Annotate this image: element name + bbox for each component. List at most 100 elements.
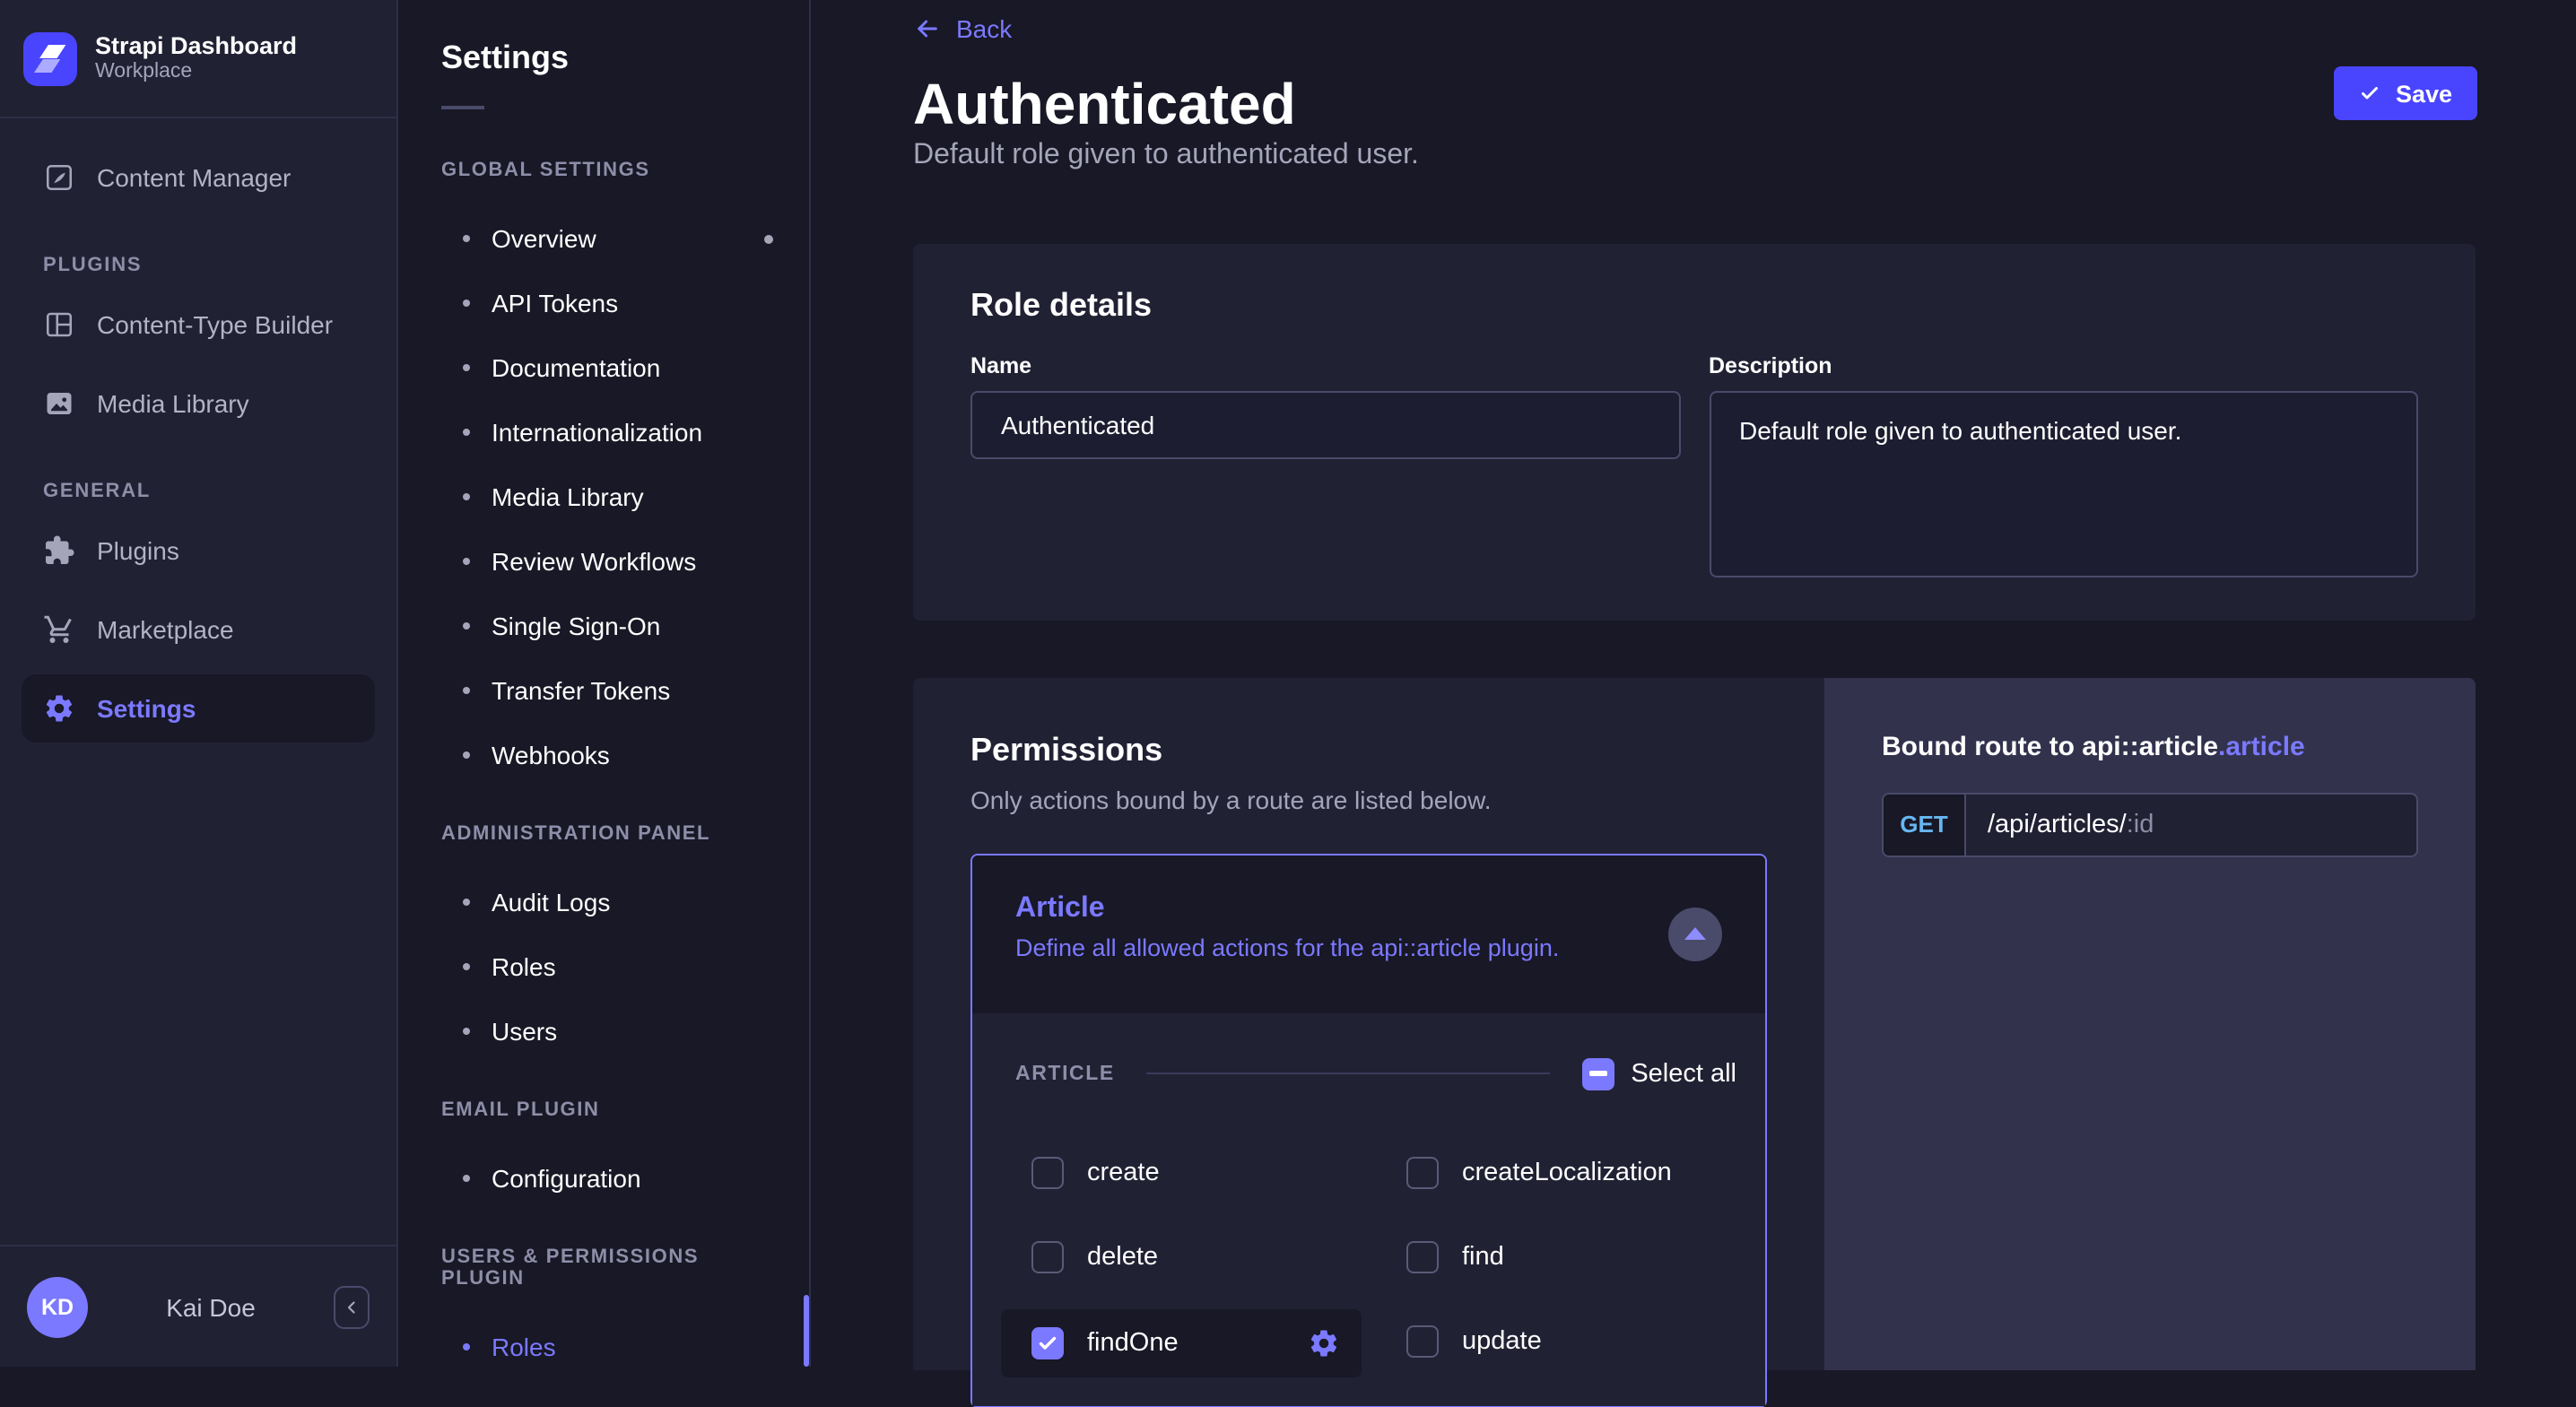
subnav-list: Roles xyxy=(398,1315,809,1379)
subnav-item-configuration[interactable]: Configuration xyxy=(398,1146,809,1211)
description-value: Default role given to authenticated user… xyxy=(1739,415,2182,445)
sidebar-item-label: Content Manager xyxy=(97,163,292,192)
subnav-item-label: Users xyxy=(492,1017,558,1046)
checkbox-unchecked[interactable] xyxy=(1031,1240,1064,1273)
subnav-item-label: Roles xyxy=(492,952,556,981)
subnav-group-global-settings: GLOBAL SETTINGS Overview API Tokens Docu… xyxy=(398,160,809,787)
advanced-settings-gear-icon[interactable] xyxy=(1308,1326,1340,1359)
sidebar-item-label: Marketplace xyxy=(97,615,234,644)
subnav-item-label: Audit Logs xyxy=(492,888,611,916)
sidebar-item-content-manager[interactable]: Content Manager xyxy=(22,143,375,212)
subnav-section-title: ADMINISTRATION PANEL xyxy=(441,823,711,845)
bound-route-title: Bound route to api::article.article xyxy=(1882,731,2418,763)
chevron-left-icon xyxy=(341,1296,362,1317)
action-delete[interactable]: delete xyxy=(1001,1224,1362,1289)
select-all-checkbox-indeterminate[interactable] xyxy=(1582,1057,1615,1090)
select-all-control[interactable]: Select all xyxy=(1582,1057,1736,1090)
subnav-item-admin-roles[interactable]: Roles xyxy=(398,934,809,999)
subnav-item-internationalization[interactable]: Internationalization xyxy=(398,400,809,465)
action-find[interactable]: find xyxy=(1376,1224,1736,1289)
action-create[interactable]: create xyxy=(1001,1140,1362,1204)
user-name: Kai Doe xyxy=(166,1292,256,1321)
http-method-badge: GET xyxy=(1884,794,1966,855)
accordion-collapse-button[interactable] xyxy=(1668,907,1722,961)
subnav-list: Overview API Tokens Documentation Intern… xyxy=(398,206,809,787)
back-label: Back xyxy=(956,14,1013,43)
action-label: find xyxy=(1462,1242,1504,1272)
subnav-item-documentation[interactable]: Documentation xyxy=(398,335,809,400)
subnav-item-api-tokens[interactable]: API Tokens xyxy=(398,271,809,335)
action-update[interactable]: update xyxy=(1376,1308,1736,1373)
permissions-subtitle: Only actions bound by a route are listed… xyxy=(970,785,1492,814)
bound-route-panel: Bound route to api::article.article GET … xyxy=(1824,677,2476,1370)
collapse-sidebar-button[interactable] xyxy=(334,1285,370,1328)
subnav-item-users[interactable]: Users xyxy=(398,999,809,1064)
action-label: delete xyxy=(1087,1242,1159,1272)
subnav-item-transfer-tokens[interactable]: Transfer Tokens xyxy=(398,658,809,723)
avatar: KD xyxy=(27,1276,88,1337)
sidebar-item-media-library[interactable]: Media Library xyxy=(22,369,375,438)
save-button[interactable]: Save xyxy=(2334,66,2477,120)
sidebar-item-label: Plugins xyxy=(97,536,179,565)
subnav-item-label: API Tokens xyxy=(492,289,619,317)
subnav-item-up-roles[interactable]: Roles xyxy=(398,1315,809,1379)
subnav-list: Configuration xyxy=(398,1146,809,1211)
checkbox-unchecked[interactable] xyxy=(1031,1156,1064,1189)
actions-grid: create createLocalization delete find fi… xyxy=(1001,1140,1736,1377)
subnav-item-overview[interactable]: Overview xyxy=(398,206,809,271)
bullet-icon xyxy=(463,687,470,694)
accordion-description: Define all allowed actions for the api::… xyxy=(1015,934,1560,961)
route-param-text: :id xyxy=(2126,810,2154,839)
bullet-icon xyxy=(463,622,470,630)
brand-text: Strapi Dashboard Workplace xyxy=(95,30,297,87)
subnav-item-label: Transfer Tokens xyxy=(492,676,671,705)
bullet-icon xyxy=(463,899,470,906)
content-manager-icon xyxy=(43,161,75,194)
bullet-icon xyxy=(463,1343,470,1351)
bullet-icon xyxy=(463,1175,470,1182)
bullet-icon xyxy=(463,1028,470,1035)
sidebar-item-label: Settings xyxy=(97,694,196,723)
sidebar-item-plugins[interactable]: Plugins xyxy=(22,517,375,585)
subnav-scrollbar-thumb[interactable] xyxy=(804,1295,809,1367)
description-label: Description xyxy=(1709,352,1832,378)
subnav-item-media-library[interactable]: Media Library xyxy=(398,465,809,529)
permissions-card: Permissions Only actions bound by a rout… xyxy=(913,677,1824,1407)
check-icon xyxy=(1037,1332,1058,1353)
workspace-brand: Strapi Dashboard Workplace xyxy=(0,0,396,118)
subnav-group-email-plugin: EMAIL PLUGIN Configuration xyxy=(398,1099,809,1211)
checkbox-unchecked[interactable] xyxy=(1406,1240,1439,1273)
main-sidebar: Strapi Dashboard Workplace Content Manag… xyxy=(0,0,398,1367)
bound-route-title-text: Bound route to api::article xyxy=(1882,731,2218,762)
route-path: /api/articles/:id xyxy=(1966,794,2175,855)
puzzle-icon xyxy=(43,534,75,567)
name-field[interactable]: Authenticated xyxy=(970,390,1680,459)
checkbox-checked[interactable] xyxy=(1031,1326,1064,1359)
back-link[interactable]: Back xyxy=(913,14,1012,43)
main-content: Back Authenticated Default role given to… xyxy=(811,0,2576,1407)
checkbox-unchecked[interactable] xyxy=(1406,1324,1439,1358)
subnav-item-audit-logs[interactable]: Audit Logs xyxy=(398,870,809,934)
subnav-item-single-sign-on[interactable]: Single Sign-On xyxy=(398,594,809,658)
checkbox-unchecked[interactable] xyxy=(1406,1156,1439,1189)
sidebar-item-settings[interactable]: Settings xyxy=(22,674,375,743)
action-label: update xyxy=(1462,1326,1542,1356)
subnav-item-webhooks[interactable]: Webhooks xyxy=(398,723,809,787)
sidebar-item-label: Media Library xyxy=(97,389,249,418)
subnav-group-administration-panel: ADMINISTRATION PANEL Audit Logs Roles Us… xyxy=(398,823,809,1064)
subnav-item-label: Internationalization xyxy=(492,418,703,447)
name-label: Name xyxy=(970,352,1032,378)
article-accordion-header[interactable]: Article Define all allowed actions for t… xyxy=(972,855,1765,1013)
sidebar-footer: KD Kai Doe xyxy=(0,1245,396,1367)
chevron-up-icon xyxy=(1684,927,1706,941)
content-type-builder-icon xyxy=(43,308,75,341)
sidebar-item-marketplace[interactable]: Marketplace xyxy=(22,595,375,664)
group-label: ARTICLE xyxy=(1015,1063,1115,1085)
role-details-title: Role details xyxy=(970,286,1153,323)
subnav-item-review-workflows[interactable]: Review Workflows xyxy=(398,529,809,594)
sidebar-item-content-type-builder[interactable]: Content-Type Builder xyxy=(22,291,375,359)
save-label: Save xyxy=(2395,80,2452,107)
action-createLocalization[interactable]: createLocalization xyxy=(1376,1140,1736,1204)
description-field[interactable]: Default role given to authenticated user… xyxy=(1709,390,2418,578)
subnav-item-label: Media Library xyxy=(492,482,644,511)
